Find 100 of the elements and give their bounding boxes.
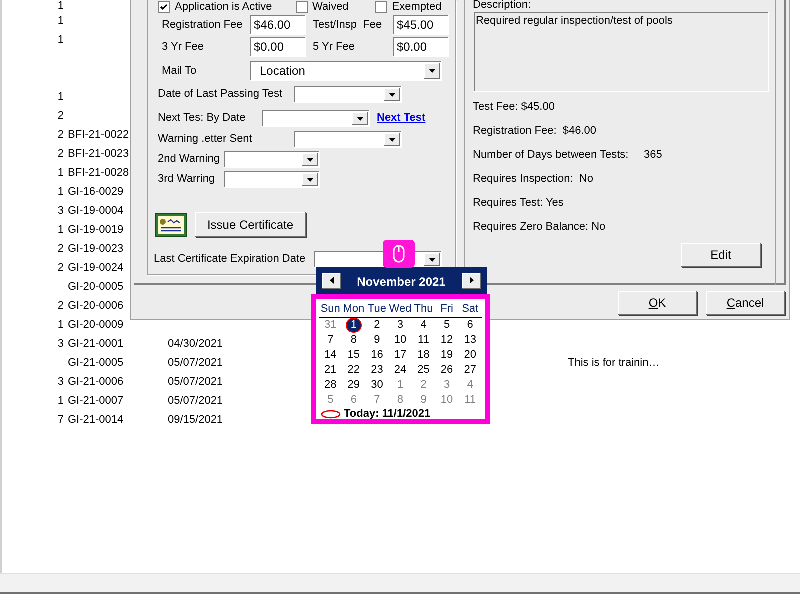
registration-fee-field[interactable]: $46.00 bbox=[250, 15, 306, 35]
caret-icon bbox=[306, 158, 314, 162]
caret-icon bbox=[428, 69, 436, 73]
calendar-day[interactable]: 8 bbox=[393, 394, 408, 407]
date-cell: 05/07/2021 bbox=[168, 395, 224, 408]
calendar-day[interactable]: 29 bbox=[344, 379, 364, 392]
dropdown-button[interactable] bbox=[302, 153, 318, 166]
calendar-day[interactable]: 9 bbox=[416, 394, 431, 407]
ok-button[interactable]: OK bbox=[618, 291, 697, 315]
calendar-day[interactable]: 15 bbox=[344, 349, 364, 362]
description-label: Description: bbox=[472, 0, 532, 12]
count-cell-text: 1 bbox=[58, 90, 64, 106]
info-text: Requires Zero Balance: No bbox=[473, 220, 606, 235]
calendar-day[interactable]: 2 bbox=[370, 319, 384, 332]
test-fee-field[interactable]: $45.00 bbox=[393, 15, 449, 35]
count-cell-text: 1 bbox=[58, 394, 64, 410]
calendar-day[interactable]: 1 bbox=[393, 379, 408, 392]
calendar-day[interactable]: 26 bbox=[436, 364, 458, 377]
issue-certificate-button[interactable]: Issue Certificate bbox=[195, 212, 306, 237]
count-cell-text: 2 bbox=[58, 242, 64, 258]
checkbox[interactable] bbox=[158, 1, 170, 13]
dropdown-button[interactable] bbox=[352, 112, 368, 125]
count-cell-text: 3 bbox=[58, 337, 64, 352]
calendar-day[interactable]: 7 bbox=[324, 334, 338, 347]
calendar-day[interactable]: 4 bbox=[463, 379, 478, 392]
record-id-cell: GI-21-0007 bbox=[68, 395, 124, 408]
checkbox[interactable] bbox=[375, 1, 388, 13]
calendar-day[interactable]: 5 bbox=[324, 394, 338, 407]
calendar-day[interactable]: 20 bbox=[460, 349, 480, 362]
weekday-label: Sun bbox=[320, 302, 342, 317]
calendar-day[interactable]: 22 bbox=[344, 364, 364, 377]
calendar-day[interactable]: 6 bbox=[346, 394, 361, 407]
info-text: Test Fee: $45.00 bbox=[473, 100, 555, 115]
next-month-button[interactable] bbox=[462, 272, 481, 288]
calendar-day[interactable]: 18 bbox=[414, 349, 434, 362]
calendar-day[interactable]: 23 bbox=[367, 364, 388, 377]
calendar-day[interactable]: 9 bbox=[370, 334, 384, 347]
calendar-day[interactable]: 3 bbox=[440, 379, 454, 392]
dropdown-button[interactable] bbox=[384, 88, 400, 101]
weekday-label: Fri bbox=[440, 302, 454, 317]
calendar-day[interactable]: 7 bbox=[370, 394, 384, 407]
calendar-day[interactable]: 12 bbox=[436, 334, 458, 347]
record-id-cell: GI-21-0005 bbox=[68, 357, 124, 370]
field-label: 3 Yr Fee bbox=[162, 40, 205, 55]
caret-icon bbox=[356, 116, 364, 120]
calendar-day[interactable]: 10 bbox=[390, 334, 411, 347]
today-link[interactable]: Today: 11/1/2021 bbox=[344, 409, 431, 420]
field-label: 2nd Warning bbox=[158, 152, 221, 168]
field-label: Last Certificate Expiration Date bbox=[154, 252, 307, 268]
calendar-day[interactable]: 31 bbox=[320, 319, 341, 332]
dropdown-button[interactable] bbox=[424, 253, 440, 266]
calendar-day[interactable]: 30 bbox=[367, 379, 388, 392]
calendar-day[interactable]: 1 bbox=[346, 318, 362, 333]
calendar-day[interactable]: 5 bbox=[440, 319, 454, 332]
calendar-day[interactable]: 14 bbox=[320, 349, 341, 362]
count-cell-text: 1 bbox=[58, 14, 64, 30]
calendar-day[interactable]: 11 bbox=[414, 334, 434, 347]
checkbox-label: Application is Active bbox=[175, 2, 272, 12]
record-id-cell: GI-20-0006 bbox=[68, 300, 124, 312]
five-year-fee-field[interactable]: $0.00 bbox=[393, 37, 449, 57]
calendar-day[interactable]: 19 bbox=[436, 349, 458, 362]
calendar-day[interactable]: 11 bbox=[460, 394, 480, 407]
calendar-day[interactable]: 2 bbox=[416, 379, 431, 392]
count-cell-text: 1 bbox=[58, 318, 64, 334]
calendar-day[interactable]: 3 bbox=[393, 319, 408, 332]
calendar-day[interactable]: 4 bbox=[416, 319, 431, 332]
calendar-day[interactable]: 13 bbox=[460, 334, 480, 347]
field-label: Test/Insp Fee bbox=[313, 18, 384, 33]
calendar-day[interactable]: 21 bbox=[320, 364, 341, 377]
weekday-label: Tue bbox=[366, 302, 388, 317]
checkbox[interactable] bbox=[296, 1, 308, 13]
previous-month-button[interactable] bbox=[322, 272, 341, 288]
dropdown-button[interactable] bbox=[302, 173, 318, 186]
record-id-cell: GI-19-0019 bbox=[68, 224, 124, 236]
calendar-day[interactable]: 8 bbox=[346, 334, 361, 347]
field-label: Mail To bbox=[162, 64, 198, 79]
count-cell-text: 7 bbox=[58, 413, 64, 428]
calendar-day[interactable]: 10 bbox=[436, 394, 458, 407]
calendar-day[interactable]: 24 bbox=[390, 364, 411, 377]
today-circle-icon bbox=[321, 410, 341, 419]
info-text: Number of Days between Tests: 365 bbox=[473, 148, 662, 163]
count-cell-text: 2 bbox=[58, 299, 64, 314]
record-id-cell: GI-21-0001 bbox=[68, 338, 124, 350]
calendar-day[interactable]: 16 bbox=[367, 349, 388, 362]
calendar-day[interactable]: 27 bbox=[460, 364, 480, 377]
count-cell-text: 3 bbox=[58, 375, 64, 390]
calendar-day[interactable]: 25 bbox=[414, 364, 434, 377]
count-cell-text: 3 bbox=[58, 204, 64, 220]
calendar-day[interactable]: 6 bbox=[463, 319, 478, 332]
dropdown-button[interactable] bbox=[424, 63, 440, 79]
calendar-day[interactable]: 17 bbox=[390, 349, 411, 362]
mail-to-dropdown[interactable]: Location bbox=[250, 61, 442, 81]
field-label: 3rd Warring bbox=[158, 172, 216, 188]
three-year-fee-field[interactable]: $0.00 bbox=[250, 37, 306, 57]
next-test-link[interactable]: Next Test bbox=[377, 110, 426, 127]
cancel-button[interactable]: Cancel bbox=[706, 291, 785, 315]
calendar-day[interactable]: 28 bbox=[320, 379, 341, 392]
dropdown-button[interactable] bbox=[384, 133, 400, 146]
count-cell-text: 1 bbox=[58, 33, 64, 48]
edit-button[interactable]: Edit bbox=[681, 243, 761, 267]
